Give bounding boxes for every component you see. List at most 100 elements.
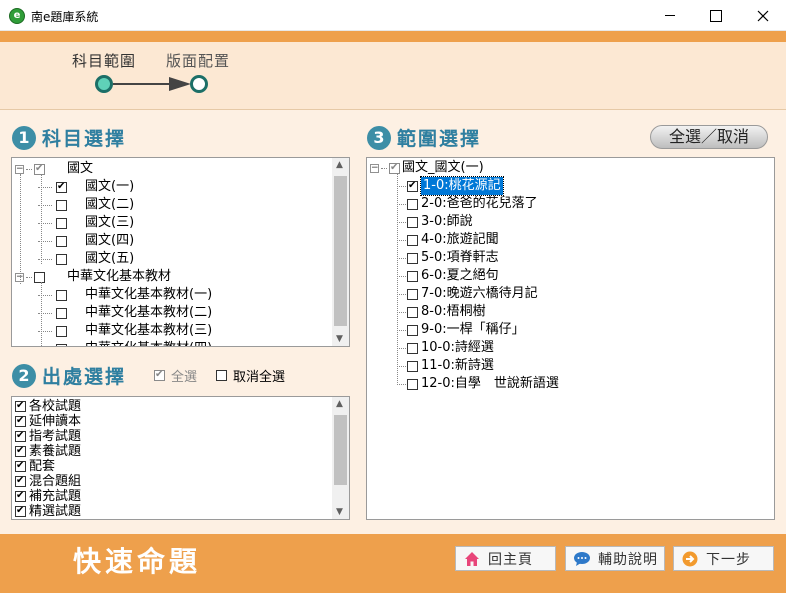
- range-list-item[interactable]: 11-0:新詩選: [397, 357, 494, 375]
- source-list-item[interactable]: 精選試題: [15, 503, 81, 519]
- source-checkbox[interactable]: [15, 443, 26, 459]
- range-checkbox[interactable]: [407, 288, 418, 300]
- source-select-all-option[interactable]: 全選: [154, 366, 197, 385]
- range-item-label: 2-0:爸爸的花兒落了: [421, 196, 538, 211]
- range-list-item[interactable]: 8-0:梧桐樹: [397, 303, 486, 321]
- tree-checkbox[interactable]: [56, 235, 67, 247]
- tree-leaf-item[interactable]: 國文(二): [38, 196, 134, 214]
- range-checkbox[interactable]: [407, 216, 418, 228]
- source-list[interactable]: ▲ ▼ 各校試題延伸讀本指考試題素養試題配套混合題組補充試題精選試題: [11, 396, 350, 520]
- source-checkbox[interactable]: [15, 428, 26, 444]
- toggle-select-all-button[interactable]: 全選／取消: [650, 125, 768, 149]
- tree-connector: [397, 293, 406, 295]
- source-deselect-all-option[interactable]: 取消全選: [216, 366, 285, 385]
- range-list-item[interactable]: 10-0:詩經選: [397, 339, 494, 357]
- source-list-item[interactable]: 補充試題: [15, 488, 81, 504]
- tree-checkbox[interactable]: [56, 179, 67, 195]
- tree-checkbox[interactable]: [34, 161, 45, 177]
- tree-checkbox[interactable]: [56, 343, 67, 346]
- source-list-item[interactable]: 素養試題: [15, 443, 81, 459]
- range-checkbox[interactable]: [407, 234, 418, 246]
- tree-checkbox[interactable]: [34, 271, 45, 283]
- tree-item-label: 中華文化基本教材(四): [85, 340, 212, 346]
- source-list-item[interactable]: 各校試題: [15, 398, 81, 414]
- source-checkbox[interactable]: [15, 503, 26, 519]
- tree-item-label: 國文(四): [85, 233, 135, 248]
- range-tree[interactable]: − 國文_國文(一)1-0:桃花源記2-0:爸爸的花兒落了 3-0:師說 4-0:旅遊…: [366, 157, 775, 520]
- range-checkbox[interactable]: [407, 324, 418, 336]
- range-list-item[interactable]: 3-0:師說: [397, 213, 473, 231]
- range-list-item[interactable]: 12-0:自學 世說新語選: [397, 375, 559, 393]
- range-checkbox[interactable]: [407, 270, 418, 282]
- range-checkbox[interactable]: [407, 360, 418, 372]
- tree-checkbox[interactable]: [56, 199, 67, 211]
- source-checkbox[interactable]: [15, 488, 26, 504]
- range-list-item[interactable]: 4-0:旅遊記聞: [397, 231, 499, 249]
- scroll-down-icon[interactable]: ▼: [336, 507, 343, 517]
- close-button[interactable]: [740, 0, 786, 31]
- collapse-toggle-icon[interactable]: −: [370, 163, 379, 173]
- scroll-down-icon[interactable]: ▼: [336, 334, 343, 344]
- tree-checkbox[interactable]: [389, 160, 400, 176]
- tree-checkbox[interactable]: [56, 325, 67, 337]
- collapse-toggle-icon[interactable]: −: [15, 164, 24, 174]
- tree-connector: [397, 185, 406, 187]
- step-1-indicator: [95, 75, 113, 93]
- tree-checkbox[interactable]: [56, 253, 67, 265]
- maximize-button[interactable]: [693, 0, 739, 31]
- help-button[interactable]: 輔助說明: [565, 546, 665, 571]
- tree-group-item[interactable]: − 中華文化基本教材: [15, 268, 171, 286]
- scroll-thumb[interactable]: [334, 415, 347, 485]
- tree-leaf-item[interactable]: 國文(一): [38, 178, 134, 196]
- tree-leaf-item[interactable]: 中華文化基本教材(一): [38, 286, 212, 304]
- tree-leaf-item[interactable]: 國文(五): [38, 250, 134, 268]
- range-checkbox[interactable]: [407, 378, 418, 390]
- subject-scrollbar[interactable]: ▲ ▼: [332, 158, 349, 346]
- range-checkbox[interactable]: [407, 178, 418, 194]
- tree-leaf-item[interactable]: 國文(三): [38, 214, 134, 232]
- range-item-label: 8-0:梧桐樹: [421, 304, 486, 319]
- tree-connector: [397, 275, 406, 277]
- tree-checkbox[interactable]: [56, 217, 67, 229]
- source-scrollbar[interactable]: ▲ ▼: [332, 397, 349, 519]
- tree-leaf-item[interactable]: 國文(四): [38, 232, 134, 250]
- scroll-thumb[interactable]: [334, 176, 347, 326]
- source-section-title: 出處選擇: [42, 366, 127, 388]
- subject-tree[interactable]: ▲ ▼ − 國文國文(一) 國文(二) 國文(三) 國文(四) 國文(五) −中華文化基本教…: [11, 157, 350, 347]
- range-checkbox[interactable]: [407, 306, 418, 318]
- range-list-item[interactable]: 9-0:一桿「稱仔」: [397, 321, 525, 339]
- range-checkbox[interactable]: [407, 198, 418, 210]
- tree-leaf-item[interactable]: 中華文化基本教材(四): [38, 340, 212, 346]
- tree-leaf-item[interactable]: 中華文化基本教材(二): [38, 304, 212, 322]
- source-checkbox[interactable]: [15, 473, 26, 489]
- next-button[interactable]: 下一步: [673, 546, 774, 571]
- source-checkbox[interactable]: [15, 398, 26, 414]
- range-checkbox[interactable]: [407, 342, 418, 354]
- select-all-checkbox[interactable]: [154, 367, 165, 383]
- range-list-item[interactable]: 5-0:項脊軒志: [397, 249, 499, 267]
- range-list-item[interactable]: 2-0:爸爸的花兒落了: [397, 195, 538, 213]
- deselect-all-checkbox[interactable]: [216, 370, 227, 381]
- range-checkbox[interactable]: [407, 252, 418, 264]
- minimize-button[interactable]: [647, 0, 693, 31]
- source-checkbox[interactable]: [15, 458, 26, 474]
- range-list-item[interactable]: 1-0:桃花源記: [397, 176, 504, 196]
- source-list-item[interactable]: 延伸讀本: [15, 413, 81, 429]
- tree-item-label: 國文(二): [85, 197, 135, 212]
- source-checkbox[interactable]: [15, 413, 26, 429]
- tree-leaf-item[interactable]: 中華文化基本教材(三): [38, 322, 212, 340]
- range-tree-root[interactable]: − 國文_國文(一): [370, 159, 484, 177]
- source-list-item[interactable]: 配套: [15, 458, 55, 474]
- tree-group-item[interactable]: − 國文: [15, 160, 93, 178]
- scroll-up-icon[interactable]: ▲: [336, 399, 343, 409]
- help-label: 輔助說明: [598, 551, 658, 568]
- home-button[interactable]: 回主頁: [455, 546, 556, 571]
- source-list-item[interactable]: 混合題組: [15, 473, 81, 489]
- range-list-item[interactable]: 7-0:晚遊六橋待月記: [397, 285, 538, 303]
- source-list-item[interactable]: 指考試題: [15, 428, 81, 444]
- range-list-item[interactable]: 6-0:夏之絕句: [397, 267, 499, 285]
- next-label: 下一步: [706, 551, 751, 568]
- tree-checkbox[interactable]: [56, 307, 67, 319]
- tree-checkbox[interactable]: [56, 289, 67, 301]
- scroll-up-icon[interactable]: ▲: [336, 160, 343, 170]
